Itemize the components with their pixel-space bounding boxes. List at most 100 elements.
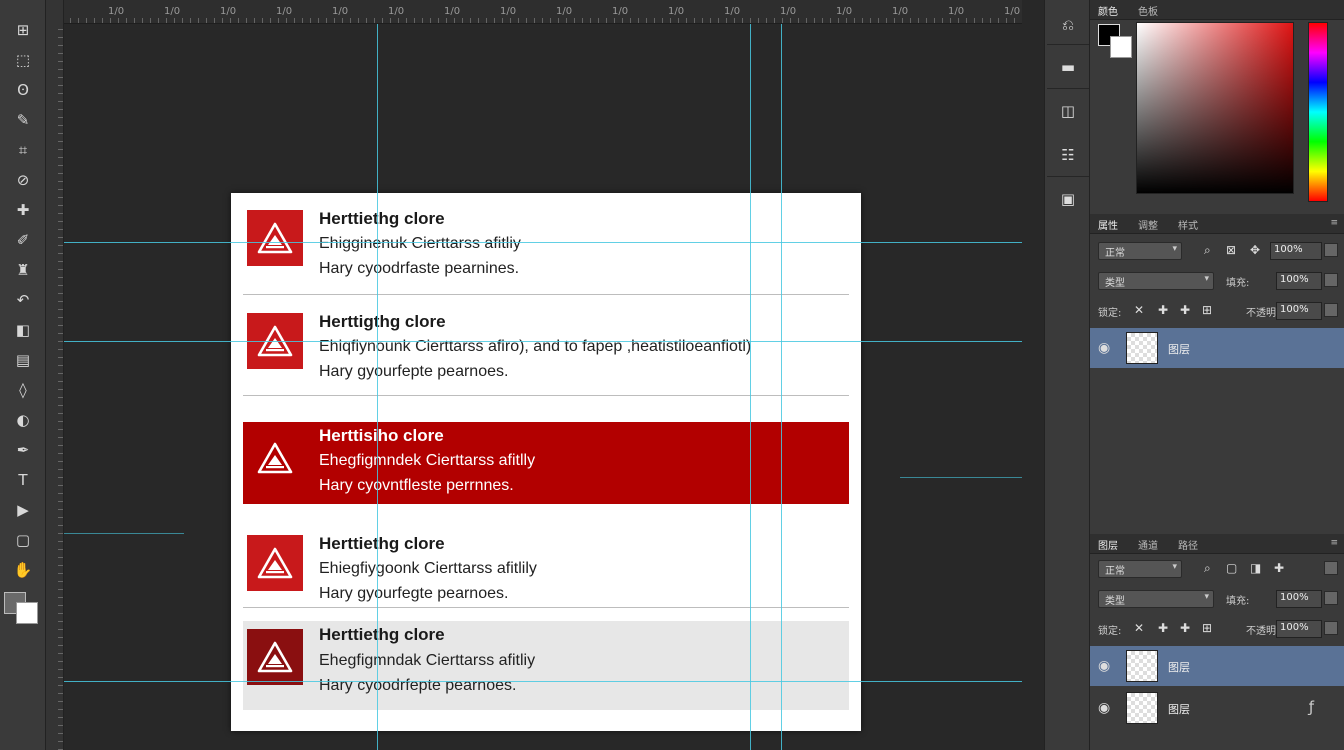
alert-subtext: Hary cyoodrfepte pearnoes. [319,677,517,694]
document-canvas[interactable]: Herttiethg clore Ehigginenuk Cierttarss a… [231,193,861,731]
type-filter-icon[interactable]: ✚ [1274,561,1284,575]
eye-icon[interactable]: ◉ [1098,700,1110,716]
blend-mode-select[interactable]: 正常 [1098,242,1182,260]
eyedropper-tool-icon[interactable]: ⊘ [8,168,38,192]
lock-field[interactable]: 100% [1276,302,1322,320]
layer-name[interactable]: 图层 [1168,341,1190,357]
lock-field[interactable]: 100% [1276,620,1322,638]
path-select-tool-icon[interactable]: ▶ [8,498,38,522]
adjust-filter-icon[interactable]: ◨ [1250,561,1261,575]
dodge-tool-icon[interactable]: ◐ [8,408,38,432]
background-color-swatch[interactable] [1110,36,1132,58]
alert-title: Herttiethg clore [319,625,445,644]
hand-tool-icon[interactable]: ✋ [8,558,38,582]
tool-glyph: ♜ [16,260,30,279]
panel-menu-icon[interactable]: ≡ [1330,218,1338,228]
history-icon[interactable]: ⎌ [1053,10,1083,40]
guide-line[interactable] [64,341,1022,342]
toggle-button[interactable] [1324,591,1338,605]
minus-icon[interactable]: ▬ [1053,52,1083,82]
gradient-tool-icon[interactable]: ▤ [8,348,38,372]
crop-tool-icon[interactable]: ⌗ [8,138,38,162]
toggle-button[interactable] [1324,243,1338,257]
type-tool-icon[interactable]: T [8,468,38,492]
tab-adjustments[interactable]: 调整 [1138,217,1158,232]
guide-line[interactable] [64,681,1022,682]
eraser-tool-icon[interactable]: ◧ [8,318,38,342]
toggle-button[interactable] [1324,561,1338,575]
background-color[interactable] [16,602,38,624]
filter-icon[interactable]: ⌕ [1204,243,1211,258]
lasso-tool-icon[interactable]: ʘ [8,78,38,102]
alert-item[interactable]: Herttiethg clore Ehegfigmndak Cierttarss … [243,621,849,710]
tab-color[interactable]: 颜色 [1098,3,1118,18]
eye-icon[interactable]: ◉ [1098,340,1110,356]
toggle-button[interactable] [1324,303,1338,317]
color-swatches[interactable] [4,592,40,628]
brush-tool-icon[interactable]: ✐ [8,228,38,252]
horizontal-ruler[interactable]: 1/0 1/0 1/0 1/0 1/0 1/0 1/0 1/0 1/0 1/0 1/0 1/0 1/0 1… [46,0,1022,24]
tab-layers[interactable]: 图层 [1098,537,1118,552]
alert-item[interactable]: Herttiethg clore Ehiegfiygoonk Cierttarss… [243,518,849,602]
lock-all-icon[interactable]: ✚ [1180,303,1190,317]
alert-item[interactable]: Herttigthg clore Ehiqfiynounk Cierttarss … [243,296,849,380]
stamp-tool-icon[interactable]: ♜ [8,258,38,282]
paragraph-icon[interactable]: ☷ [1053,140,1083,170]
pixel-filter-icon[interactable]: ▢ [1226,561,1237,575]
panel-menu-icon[interactable]: ≡ [1330,538,1338,548]
history-brush-tool-icon[interactable]: ↶ [8,288,38,312]
lock-position-icon[interactable]: ✚ [1158,303,1168,317]
marquee-tool-icon[interactable]: ⬚ [8,48,38,72]
pen-tool-icon[interactable]: ✒ [8,438,38,462]
guide-line[interactable] [377,24,378,750]
layer-kind-select[interactable]: 类型 [1098,272,1214,290]
opacity-field[interactable]: 100% [1270,242,1322,260]
fill-field[interactable]: 100% [1276,272,1322,290]
blur-tool-icon[interactable]: ◊ [8,378,38,402]
lock-pixels-icon[interactable]: ✕ [1134,303,1144,317]
filter-icon[interactable]: ⌕ [1204,561,1211,576]
tab-channels[interactable]: 通道 [1138,537,1158,552]
guide-line[interactable] [781,24,782,750]
color-picker-field[interactable] [1136,22,1294,194]
layer-row[interactable]: ◉ 图层 [1090,646,1344,686]
character-icon[interactable]: ◫ [1053,96,1083,126]
lock-icon[interactable]: ⊠ [1226,243,1236,257]
eye-icon[interactable]: ◉ [1098,658,1110,674]
vertical-ruler[interactable] [46,0,64,750]
move-icon[interactable]: ✥ [1250,243,1260,257]
blend-mode-select[interactable]: 正常 [1098,560,1182,578]
layer-name[interactable]: 图层 [1168,659,1190,675]
lock-all-icon[interactable]: ✚ [1180,621,1190,635]
healing-tool-icon[interactable]: ✚ [8,198,38,222]
hue-slider[interactable] [1308,22,1328,202]
tab-swatches[interactable]: 色板 [1138,3,1158,18]
alert-item[interactable]: Herttiethg clore Ehigginenuk Cierttarss a… [243,193,849,277]
layer-name[interactable]: 图层 [1168,701,1190,717]
fill-field[interactable]: 100% [1276,590,1322,608]
layer-row[interactable]: ◉ 图层 [1090,328,1344,368]
lock-pixels-icon[interactable]: ✕ [1134,621,1144,635]
layer-row[interactable]: ◉ 图层 ƒ [1090,688,1344,728]
lock-position-icon[interactable]: ✚ [1158,621,1168,635]
tab-paths[interactable]: 路径 [1178,537,1198,552]
shape-tool-icon[interactable]: ▢ [8,528,38,552]
tab-styles[interactable]: 样式 [1178,217,1198,232]
tab-properties[interactable]: 属性 [1098,217,1118,232]
guide-line[interactable] [64,242,1022,243]
move-tool-icon[interactable]: ⊞ [8,18,38,42]
toggle-button[interactable] [1324,273,1338,287]
layer-style-icon[interactable]: ƒ [1309,698,1314,716]
alert-subtext: Hary gyourfepte pearnoes. [319,363,509,380]
guide-line[interactable] [64,533,184,534]
guide-line[interactable] [900,477,1022,478]
ruler-label: 1/0 [780,6,797,17]
quick-select-tool-icon[interactable]: ✎ [8,108,38,132]
lock-artboard-icon[interactable]: ⊞ [1202,621,1212,635]
alert-item[interactable]: Herttisiho clore Ehegfigmndek Cierttarss … [243,422,849,504]
lock-artboard-icon[interactable]: ⊞ [1202,303,1212,317]
layer-kind-select[interactable]: 类型 [1098,590,1214,608]
guide-line[interactable] [750,24,751,750]
toggle-button[interactable] [1324,621,1338,635]
brush-preset-icon[interactable]: ▣ [1053,184,1083,214]
